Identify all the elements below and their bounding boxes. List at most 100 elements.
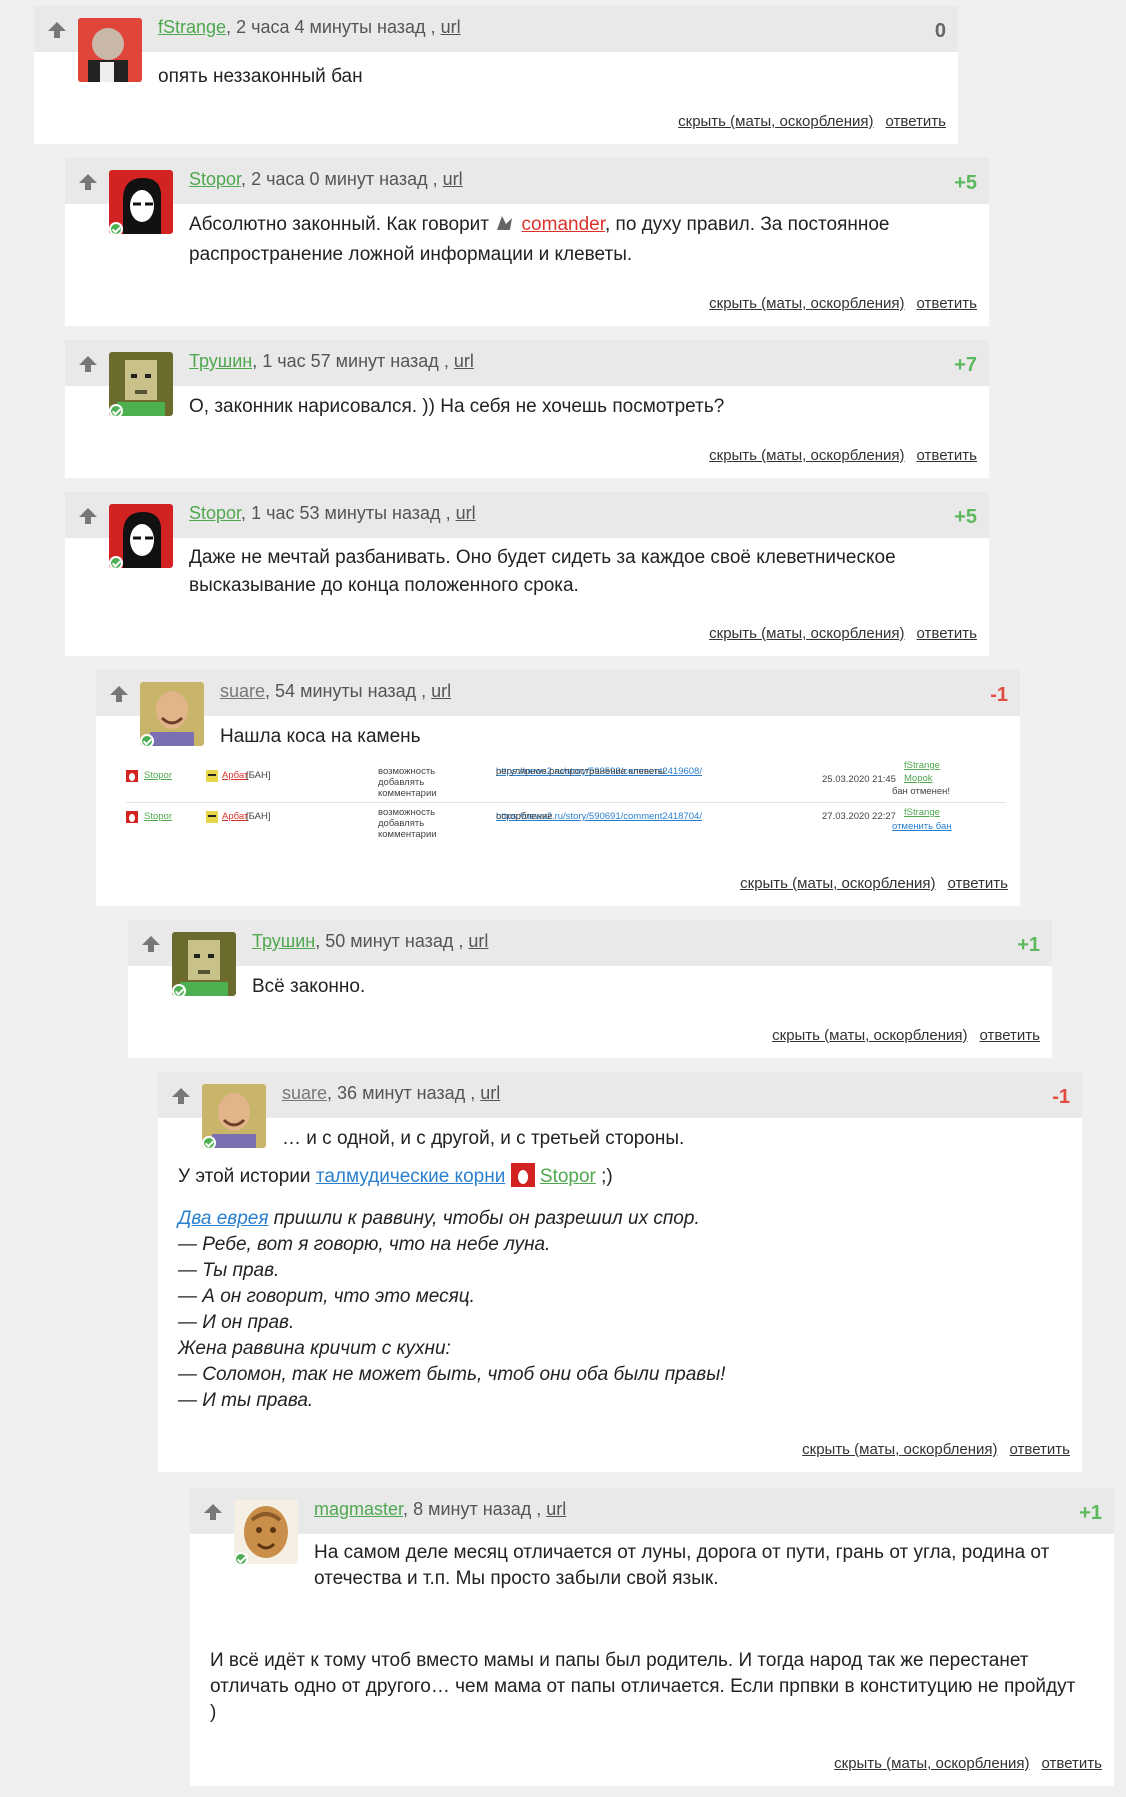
comment-text: Абсолютно законный. Как говорит comander… [189,214,890,265]
upvote-arrow-icon[interactable] [106,684,132,704]
timestamp: 50 минут назад [325,931,454,951]
comment-text: … и с одной, и с другой, и с третьей сто… [282,1128,685,1149]
comment: fStrange, 2 часа 4 минуты назад , url 0 … [34,6,958,144]
reply-link[interactable]: ответить [1010,1441,1070,1458]
upvote-arrow-icon[interactable] [75,354,101,374]
comment-text: И всё идёт к тому чтоб вместо мамы и пап… [210,1650,1076,1723]
permalink[interactable]: url [468,931,488,951]
upvote-arrow-icon[interactable] [138,934,164,954]
score: +5 [954,172,977,194]
reply-link[interactable]: ответить [980,1027,1040,1044]
timestamp: 1 час 57 минут назад [262,351,439,371]
unban-link[interactable]: отменить бан [892,821,952,832]
upvote-arrow-icon[interactable] [75,172,101,192]
moderator-link[interactable]: Stopor [144,811,172,822]
timestamp: 8 минут назад [413,1499,532,1519]
hide-link[interactable]: скрыть (маты, оскорбления) [709,625,904,642]
online-badge-icon [234,1552,248,1566]
reply-link[interactable]: ответить [1042,1755,1102,1772]
comment: Stopor, 2 часа 0 минут назад , url +5 Аб… [65,158,989,326]
comment-text: Даже не мечтай разбанивать. Оно будет си… [189,547,896,596]
comment-text: У этой истории талмудические корни Stopo… [178,1162,613,1192]
permalink[interactable]: url [431,681,451,701]
username-link[interactable]: Stopor [189,503,241,523]
username-link[interactable]: suare [282,1083,327,1103]
online-badge-icon [109,404,123,418]
comment-text: опять неззаконный бан [158,66,363,87]
reply-link[interactable]: ответить [917,447,977,464]
banned-user-link[interactable]: Арбат [222,811,248,822]
user-avatar-small-icon [206,811,218,823]
username-link[interactable]: magmaster [314,1499,403,1519]
score: 0 [934,20,946,42]
timestamp: 2 часа 4 минуты назад [236,17,426,37]
reply-link[interactable]: ответить [948,875,1008,892]
username-link[interactable]: suare [220,681,265,701]
online-badge-icon [140,734,154,748]
table-row: Stopor Арбат [БАН] возможность добавлять… [126,760,1006,803]
hide-link[interactable]: скрыть (маты, оскорбления) [772,1027,967,1044]
score: +1 [1079,1502,1102,1524]
story-link[interactable]: талмудические корни [316,1166,506,1187]
score: +1 [1017,934,1040,956]
comment-text: Всё законно. [252,976,366,997]
username-link[interactable]: comander [522,214,605,235]
permalink[interactable]: url [480,1083,500,1103]
permalink[interactable]: url [454,351,474,371]
avatar[interactable] [78,18,142,82]
comment: Трушин, 1 час 57 минут назад , url +7 О,… [65,340,989,478]
moderator-link[interactable]: Stopor [144,770,172,781]
comment: suare, 54 минуты назад , url -1 Нашла ко… [96,670,1020,906]
permalink[interactable]: url [546,1499,566,1519]
comment-text: На самом деле месяц отличается от луны, … [314,1542,1050,1589]
score: +7 [954,354,977,376]
moderator-link[interactable]: Mopok [904,773,933,784]
comment-text: Нашла коса на камень [220,726,421,747]
user-avatar-small-icon [206,770,218,782]
online-badge-icon [202,1136,216,1150]
score: -1 [990,684,1008,706]
comment: Трушин, 50 минут назад , url +1 Всё зако… [128,920,1052,1058]
permalink[interactable]: url [456,503,476,523]
comment-meta: fStrange, 2 часа 4 минуты назад , url [158,17,461,37]
timestamp: 1 час 53 минуты назад [251,503,441,523]
banned-user-link[interactable]: Арбат [222,770,248,781]
hide-link[interactable]: скрыть (маты, оскорбления) [740,875,935,892]
reply-link[interactable]: ответить [886,113,946,130]
hide-link[interactable]: скрыть (маты, оскорбления) [709,295,904,312]
user-avatar-small-icon [126,770,138,782]
timestamp: 2 часа 0 минут назад [251,169,428,189]
upvote-arrow-icon[interactable] [168,1086,194,1106]
reply-link[interactable]: ответить [917,625,977,642]
username-link[interactable]: Трушин [252,931,315,951]
score: -1 [1052,1086,1070,1108]
hide-link[interactable]: скрыть (маты, оскорбления) [678,113,873,130]
upvote-arrow-icon[interactable] [200,1502,226,1522]
hide-link[interactable]: скрыть (маты, оскорбления) [802,1441,997,1458]
timestamp: 54 минуты назад [275,681,417,701]
upvote-arrow-icon[interactable] [44,20,70,40]
permalink[interactable]: url [443,169,463,189]
reply-link[interactable]: ответить [917,295,977,312]
hide-link[interactable]: скрыть (маты, оскорбления) [834,1755,1029,1772]
user-avatar-small-icon [126,811,138,823]
username-link[interactable]: fStrange [158,17,226,37]
hide-link[interactable]: скрыть (маты, оскорбления) [709,447,904,464]
username-link[interactable]: Stopor [540,1166,596,1187]
online-badge-icon [172,984,186,998]
username-link[interactable]: Stopor [189,169,241,189]
upvote-arrow-icon[interactable] [75,506,101,526]
moderator-link[interactable]: fStrange [904,760,940,771]
online-badge-icon [109,556,123,570]
username-link[interactable]: Трушин [189,351,252,371]
ban-log-table: Stopor Арбат [БАН] возможность добавлять… [126,760,1006,843]
joke-text: Два еврея пришли к раввину, чтобы он раз… [178,1208,726,1411]
score: +5 [954,506,977,528]
comment-actions: скрыть (маты, оскорбления) ответить [678,113,946,130]
story-link[interactable]: Два еврея [178,1208,269,1229]
moderator-link[interactable]: fStrange [904,807,940,818]
comment-text: О, законник нарисовался. )) На себя не х… [189,396,725,417]
permalink[interactable]: url [441,17,461,37]
user-avatar-small-icon [510,1163,535,1187]
table-row: Stopor Арбат [БАН] возможность добавлять… [126,803,1006,843]
